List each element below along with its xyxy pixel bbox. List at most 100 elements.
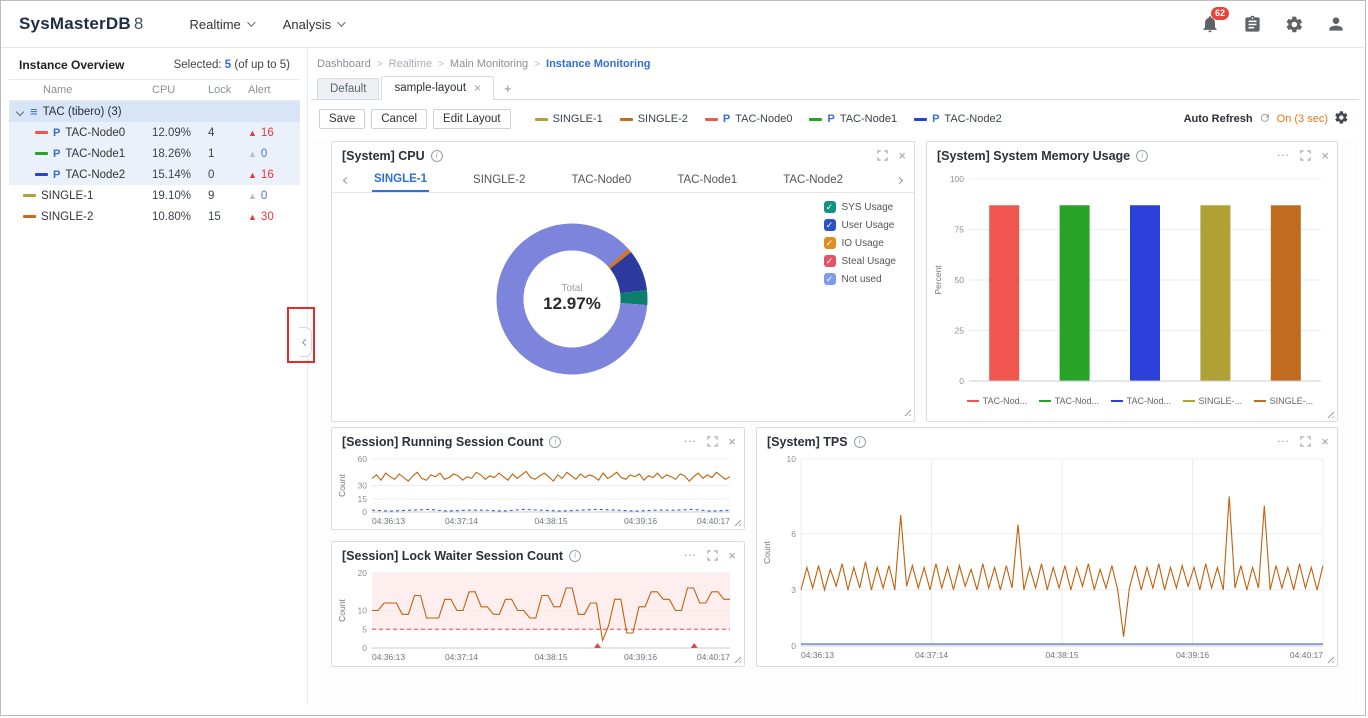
expand-icon[interactable] (1300, 150, 1311, 161)
cpu-tab-single-2[interactable]: SINGLE-2 (471, 169, 527, 191)
instance-group-row[interactable]: TAC (tibero) (3) (9, 101, 300, 122)
info-icon[interactable] (549, 436, 561, 448)
cancel-button[interactable]: Cancel (371, 109, 427, 129)
close-icon[interactable] (728, 548, 736, 563)
checkbox-checked-icon[interactable] (824, 273, 836, 285)
resize-handle[interactable] (902, 407, 911, 416)
cpu-value: 18.26% (152, 148, 208, 160)
breadcrumb-main-monitoring[interactable]: Main Monitoring (450, 58, 528, 70)
expand-icon[interactable] (707, 550, 718, 561)
widget-running-session-count: [Session] Running Session Count 01530600… (331, 427, 745, 530)
close-icon[interactable] (898, 148, 906, 163)
checkbox-checked-icon[interactable] (824, 201, 836, 213)
close-icon[interactable] (728, 434, 736, 449)
notification-bell-icon[interactable]: 62 (1199, 13, 1221, 35)
cpu-tab-tac-node0[interactable]: TAC-Node0 (569, 169, 633, 191)
cpu-tab-single-1[interactable]: SINGLE-1 (372, 168, 429, 192)
running-session-line-chart: 015306004:36:1304:37:1404:38:1504:39:160… (332, 453, 744, 532)
series-color-dash (1111, 400, 1123, 403)
edit-layout-button[interactable]: Edit Layout (433, 109, 511, 129)
instance-row-single-1[interactable]: SINGLE-1 19.10% 9 0 (9, 185, 300, 206)
instance-row-tac-node1[interactable]: P TAC-Node1 18.26% 1 0 (9, 143, 300, 164)
save-button[interactable]: Save (319, 109, 365, 129)
refresh-settings-gear-icon[interactable] (1334, 110, 1349, 128)
checkbox-checked-icon[interactable] (824, 219, 836, 231)
app-window: SysMasterDB8 Realtime Analysis 62 (0, 0, 1366, 716)
sidebar-collapse-button[interactable] (299, 327, 312, 357)
caret-down-icon[interactable] (16, 107, 24, 115)
svg-text:Count: Count (762, 541, 772, 564)
more-options-icon[interactable] (1276, 153, 1290, 158)
checkbox-checked-icon[interactable] (824, 237, 836, 249)
checkbox-checked-icon[interactable] (824, 255, 836, 267)
legend-item[interactable]: SINGLE-... (1183, 396, 1243, 406)
breadcrumb-realtime[interactable]: Realtime (389, 58, 432, 70)
instance-row-single-2[interactable]: SINGLE-2 10.80% 15 30 (9, 206, 300, 227)
series-color-dash (35, 152, 48, 155)
breadcrumb-instance-monitoring[interactable]: Instance Monitoring (546, 58, 651, 70)
widget-title: [System] TPS (767, 435, 848, 449)
primary-badge: P (53, 148, 60, 160)
info-icon[interactable] (431, 150, 443, 162)
auto-refresh-label: Auto Refresh (1184, 113, 1253, 125)
breadcrumb-dashboard[interactable]: Dashboard (317, 58, 371, 70)
col-lock: Lock (208, 84, 248, 96)
menu-realtime[interactable]: Realtime (189, 17, 252, 32)
tabs-prev-icon[interactable] (342, 174, 351, 186)
widget-title: [Session] Lock Waiter Session Count (342, 549, 563, 563)
widget-lock-waiter-session-count: [Session] Lock Waiter Session Count 0510… (331, 541, 745, 667)
instance-name: TAC-Node0 (65, 127, 125, 139)
more-options-icon[interactable] (683, 439, 697, 444)
info-icon[interactable] (569, 550, 581, 562)
instance-name: TAC-Node1 (65, 148, 125, 160)
close-icon[interactable] (1321, 148, 1329, 163)
legend-io-usage: IO Usage (824, 237, 896, 249)
add-tab-button[interactable]: + (496, 78, 520, 99)
expand-icon[interactable] (707, 436, 718, 447)
info-icon[interactable] (854, 436, 866, 448)
tab-sample-layout[interactable]: sample-layout (381, 76, 494, 100)
refresh-icon[interactable] (1259, 112, 1271, 127)
instance-name: SINGLE-2 (41, 211, 93, 223)
svg-text:04:36:13: 04:36:13 (801, 650, 834, 660)
series-color-dash (809, 118, 822, 121)
legend-tac-node1: PTAC-Node1 (809, 113, 897, 125)
info-icon[interactable] (1136, 150, 1148, 162)
series-color-dash (914, 118, 927, 121)
legend-item[interactable]: TAC-Nod... (1039, 396, 1099, 406)
svg-text:5: 5 (362, 624, 367, 634)
report-icon[interactable] (1241, 13, 1263, 35)
svg-text:04:38:15: 04:38:15 (534, 516, 567, 526)
resize-handle[interactable] (1325, 409, 1334, 418)
legend-item[interactable]: TAC-Nod... (967, 396, 1027, 406)
expand-icon[interactable] (877, 150, 888, 161)
svg-text:04:36:13: 04:36:13 (372, 516, 405, 526)
menu-analysis[interactable]: Analysis (283, 17, 343, 32)
legend-item[interactable]: TAC-Nod... (1111, 396, 1171, 406)
svg-text:04:37:14: 04:37:14 (915, 650, 948, 660)
cpu-tab-tac-node1[interactable]: TAC-Node1 (675, 169, 739, 191)
settings-gear-icon[interactable] (1283, 13, 1305, 35)
tabs-next-icon[interactable] (895, 174, 904, 186)
cpu-donut-chart: Total 12.97% (482, 209, 662, 389)
auto-refresh-state[interactable]: On (3 sec) (1277, 113, 1328, 125)
alert-value: 0 (261, 148, 267, 160)
more-options-icon[interactable] (683, 553, 697, 558)
profile-icon[interactable] (1325, 13, 1347, 35)
series-color-dash (1039, 400, 1051, 403)
lock-value: 4 (208, 127, 248, 139)
donut-center-label: Total 12.97% (482, 283, 662, 314)
expand-icon[interactable] (1300, 436, 1311, 447)
instance-row-tac-node2[interactable]: P TAC-Node2 15.14% 0 16 (9, 164, 300, 185)
tab-default[interactable]: Default (317, 78, 379, 99)
tab-close-icon[interactable] (474, 81, 481, 95)
close-icon[interactable] (1321, 434, 1329, 449)
svg-text:Count: Count (337, 474, 347, 497)
auto-refresh-control: Auto Refresh On (3 sec) (1184, 110, 1349, 128)
cpu-tab-tac-node2[interactable]: TAC-Node2 (781, 169, 845, 191)
instance-row-tac-node0[interactable]: P TAC-Node0 12.09% 4 16 (9, 122, 300, 143)
legend-item[interactable]: SINGLE-... (1254, 396, 1314, 406)
svg-text:0: 0 (791, 641, 796, 651)
more-options-icon[interactable] (1276, 439, 1290, 444)
list-icon (30, 104, 38, 119)
